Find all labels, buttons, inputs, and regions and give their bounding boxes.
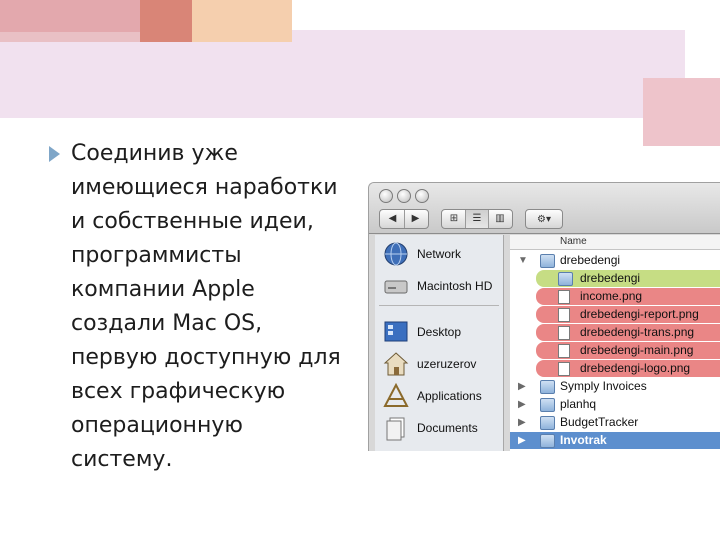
back-arrow-icon[interactable]: ◀ <box>382 210 405 228</box>
image-file-icon <box>558 308 570 322</box>
image-file-icon <box>558 362 570 376</box>
list-item[interactable]: drebedengi-logo.png <box>536 360 720 377</box>
finder-window: ◀ ▶ ⊞ ☰ ▥ ⚙▾ Network Macintosh HD Deskto… <box>368 182 720 451</box>
folder-icon <box>540 398 555 412</box>
slide-body-text: Соединив уже имеющиеся наработки и собст… <box>71 141 341 472</box>
list-item-label: planhq <box>560 397 597 411</box>
sidebar-item-documents[interactable]: Documents <box>379 413 503 443</box>
sidebar-divider <box>379 305 499 306</box>
applications-icon <box>383 383 409 407</box>
sidebar-item-label: Desktop <box>417 325 462 339</box>
list-item-label: Symply Invoices <box>560 379 647 393</box>
disclosure-triangle-closed-icon[interactable]: ▶ <box>518 399 526 410</box>
list-item[interactable]: ▶ BudgetTracker <box>510 414 720 431</box>
list-item-selected[interactable]: ▶ Invotrak <box>510 432 720 449</box>
list-item-label: drebedengi-logo.png <box>580 361 691 375</box>
list-item[interactable]: drebedengi <box>536 270 720 287</box>
list-item[interactable]: ▼ drebedengi <box>510 252 720 269</box>
disclosure-triangle-closed-icon[interactable]: ▶ <box>518 381 526 392</box>
disclosure-triangle-open-icon[interactable]: ▼ <box>518 255 528 266</box>
view-mode-control[interactable]: ⊞ ☰ ▥ <box>441 209 513 229</box>
file-list: Name ▼ drebedengi drebedengi income.png … <box>510 235 720 451</box>
sidebar-item-applications[interactable]: Applications <box>379 381 503 411</box>
sidebar-item-label: Network <box>417 247 462 261</box>
back-forward-control[interactable]: ◀ ▶ <box>379 209 429 229</box>
list-view-icon[interactable]: ☰ <box>466 210 489 228</box>
list-item-label: drebedengi <box>560 253 621 267</box>
list-item[interactable]: drebedengi-trans.png <box>536 324 720 341</box>
sidebar-item-desktop[interactable]: Desktop <box>379 317 503 347</box>
side-block-pink <box>643 78 720 146</box>
gear-icon: ⚙▾ <box>537 213 551 225</box>
header-block-pink <box>0 0 140 32</box>
folder-icon <box>540 254 555 268</box>
finder-sidebar: Network Macintosh HD Desktop uzeruzerov <box>375 235 504 451</box>
list-item-label: drebedengi <box>580 271 641 285</box>
folder-icon <box>540 380 555 394</box>
list-item-label: BudgetTracker <box>560 415 639 429</box>
sidebar-item-label: uzeruzerov <box>417 357 477 371</box>
sidebar-item-network[interactable]: Network <box>379 239 503 269</box>
list-item-label: Invotrak <box>560 433 607 447</box>
list-item[interactable]: drebedengi-report.png <box>536 306 720 323</box>
image-file-icon <box>558 344 570 358</box>
zoom-icon[interactable] <box>415 189 429 203</box>
list-item[interactable]: ▶ Symply Invoices <box>510 378 720 395</box>
network-globe-icon <box>384 242 408 266</box>
image-file-icon <box>558 290 570 304</box>
image-file-icon <box>558 326 570 340</box>
desktop-icon <box>384 321 408 342</box>
disclosure-triangle-closed-icon[interactable]: ▶ <box>518 417 526 428</box>
column-view-icon[interactable]: ▥ <box>489 210 511 228</box>
list-item-label: income.png <box>580 289 643 303</box>
hard-drive-icon <box>384 280 408 294</box>
sidebar-item-label: Macintosh HD <box>417 279 493 293</box>
header-band-lilac <box>0 42 685 118</box>
list-item[interactable]: income.png <box>536 288 720 305</box>
folder-icon <box>558 272 573 286</box>
forward-arrow-icon[interactable]: ▶ <box>405 210 427 228</box>
list-item[interactable]: ▶ planhq <box>510 396 720 413</box>
header-block-pink-light <box>0 32 140 42</box>
list-item-label: drebedengi-main.png <box>580 343 694 357</box>
documents-icon <box>386 417 405 441</box>
bullet-triangle-icon <box>49 146 60 162</box>
home-icon <box>383 352 409 376</box>
sidebar-item-label: Documents <box>417 421 478 435</box>
header-band-lilac-top <box>292 30 685 42</box>
list-item-label: drebedengi-report.png <box>580 307 699 321</box>
minimize-icon[interactable] <box>397 189 411 203</box>
finder-titlebar: ◀ ▶ ⊞ ☰ ▥ ⚙▾ <box>369 183 720 234</box>
sidebar-item-macintosh-hd[interactable]: Macintosh HD <box>379 271 503 301</box>
sidebar-item-label: Applications <box>417 389 482 403</box>
action-menu-button[interactable]: ⚙▾ <box>525 209 563 229</box>
sidebar-item-home[interactable]: uzeruzerov <box>379 349 503 379</box>
header-block-peach <box>192 0 292 42</box>
folder-icon <box>540 416 555 430</box>
close-icon[interactable] <box>379 189 393 203</box>
header-block-salmon <box>140 0 192 42</box>
icon-view-icon[interactable]: ⊞ <box>443 210 466 228</box>
list-item[interactable]: drebedengi-main.png <box>536 342 720 359</box>
name-column-header[interactable]: Name <box>510 235 720 250</box>
disclosure-triangle-closed-icon[interactable]: ▶ <box>518 435 526 446</box>
column-header-label: Name <box>560 236 587 247</box>
list-item-label: drebedengi-trans.png <box>580 325 695 339</box>
folder-icon <box>540 434 555 448</box>
